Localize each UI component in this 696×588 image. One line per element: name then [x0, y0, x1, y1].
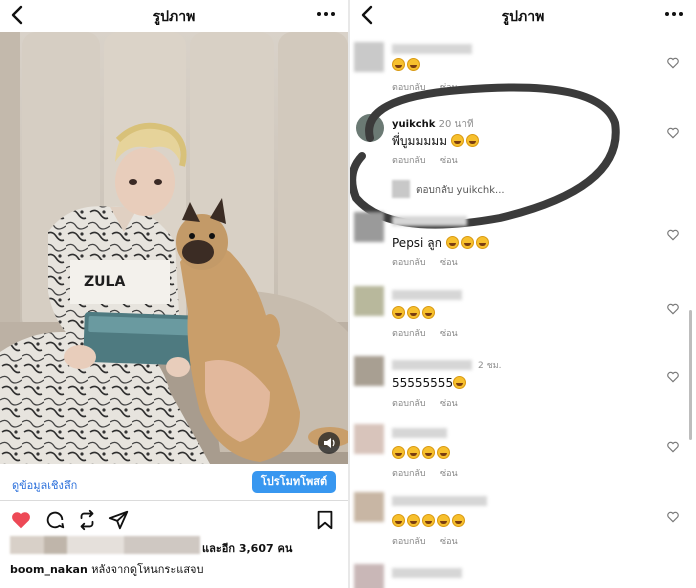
- hide-button[interactable]: ซ่อน: [440, 153, 458, 167]
- comment-text: [392, 306, 437, 320]
- laughing-emoji-icon: [392, 306, 405, 319]
- laughing-emoji-icon: [422, 306, 435, 319]
- view-insights-link[interactable]: ดูข้อมูลเชิงลึก: [12, 476, 77, 494]
- caption-text: หลังจากดูโหนกระแสจบ: [91, 563, 204, 576]
- post-caption: boom_nakan หลังจากดูโหนกระแสจบ: [10, 560, 203, 578]
- laughing-emoji-icon: [475, 236, 489, 249]
- hide-button[interactable]: ซ่อน: [440, 80, 458, 94]
- top-bar: รูปภาพ: [350, 0, 696, 30]
- grinning-emoji-icon: [465, 134, 479, 147]
- hide-button[interactable]: ซ่อน: [440, 534, 458, 548]
- hide-button[interactable]: ซ่อน: [440, 255, 458, 269]
- like-comment-heart-icon[interactable]: [666, 370, 680, 384]
- laughing-emoji-icon: [422, 446, 435, 459]
- username-blurred: [392, 290, 462, 300]
- view-replies-link[interactable]: ตอบกลับ yuikchk...: [416, 183, 505, 198]
- reply-button[interactable]: ตอบกลับ: [392, 80, 426, 94]
- like-comment-heart-icon[interactable]: [666, 510, 680, 524]
- comment-text: 55555555: [392, 376, 468, 390]
- username-blurred: [392, 44, 472, 54]
- comment-text: [392, 514, 467, 528]
- username-blurred: [392, 216, 467, 226]
- avatar-blurred[interactable]: [354, 356, 384, 386]
- avatar[interactable]: [356, 114, 384, 142]
- username-blurred: [392, 568, 462, 578]
- more-options-icon[interactable]: [316, 6, 336, 22]
- reply-button[interactable]: ตอบกลับ: [392, 255, 426, 269]
- comment-username[interactable]: yuikchk: [392, 119, 435, 130]
- comment-text: [392, 58, 422, 72]
- bookmark-icon[interactable]: [314, 509, 336, 531]
- top-bar: รูปภาพ: [0, 0, 348, 30]
- laughing-emoji-icon: [392, 58, 405, 71]
- laughing-emoji-icon: [453, 376, 467, 389]
- shirt-print: ZULA: [84, 274, 125, 290]
- reply-button[interactable]: ตอบกลับ: [392, 326, 426, 340]
- like-comment-heart-icon[interactable]: [666, 126, 680, 140]
- grinning-emoji-icon: [450, 134, 464, 147]
- comment-time: 2 ชม.: [478, 361, 502, 371]
- hide-button[interactable]: ซ่อน: [440, 326, 458, 340]
- laughing-emoji-icon: [407, 446, 420, 459]
- divider: [0, 500, 348, 501]
- laughing-emoji-icon: [392, 514, 405, 527]
- hide-button[interactable]: ซ่อน: [440, 466, 458, 480]
- like-comment-heart-icon[interactable]: [666, 56, 680, 70]
- avatar-blurred[interactable]: [354, 42, 384, 72]
- laughing-emoji-icon: [407, 306, 420, 319]
- post-photo[interactable]: ZULA: [0, 32, 348, 464]
- like-comment-heart-icon[interactable]: [666, 440, 680, 454]
- username-blurred: [392, 496, 487, 506]
- more-options-icon[interactable]: [664, 6, 684, 22]
- sound-toggle-button[interactable]: [318, 432, 340, 454]
- laughing-emoji-icon: [437, 514, 450, 527]
- laughing-emoji-icon: [437, 446, 450, 459]
- post-panel: รูปภาพ ZULA ดูข้อมูลเชิงลึก โปรโมทโพสต์ …: [0, 0, 348, 588]
- liker-avatars-blurred: [10, 536, 200, 554]
- laughing-emoji-icon: [422, 514, 435, 527]
- avatar-blurred[interactable]: [354, 424, 384, 454]
- reply-button[interactable]: ตอบกลับ: [392, 534, 426, 548]
- username-blurred: [392, 360, 472, 370]
- hide-button[interactable]: ซ่อน: [440, 396, 458, 410]
- comments-panel: รูปภาพ ตอบกลับ ซ่อน yuikchk 20 นาที พี่บ…: [350, 0, 696, 588]
- avatar-blurred[interactable]: [354, 492, 384, 522]
- scrollbar[interactable]: [689, 310, 692, 440]
- promote-post-button[interactable]: โปรโมทโพสต์: [252, 471, 336, 493]
- likes-row[interactable]: และอีก 3,607 คน: [10, 536, 340, 556]
- like-heart-icon[interactable]: [10, 509, 32, 531]
- reply-button[interactable]: ตอบกลับ: [392, 466, 426, 480]
- laughing-emoji-icon: [392, 446, 405, 459]
- laughing-emoji-icon: [452, 514, 465, 527]
- comment-text: พี่บูมมมมม: [392, 132, 481, 151]
- avatar-blurred[interactable]: [354, 564, 384, 588]
- comment-text: [392, 446, 452, 460]
- comment-meta: yuikchk 20 นาที: [392, 117, 474, 132]
- speaker-icon: [324, 438, 335, 448]
- like-comment-heart-icon[interactable]: [666, 302, 680, 316]
- page-title: รูปภาพ: [152, 9, 196, 25]
- laughing-emoji-icon: [445, 236, 459, 249]
- comment-icon[interactable]: [44, 509, 66, 531]
- reply-button[interactable]: ตอบกลับ: [392, 396, 426, 410]
- laughing-emoji-icon: [460, 236, 474, 249]
- laughing-emoji-icon: [407, 58, 420, 71]
- like-comment-heart-icon[interactable]: [666, 228, 680, 242]
- share-send-icon[interactable]: [108, 509, 130, 531]
- caption-username[interactable]: boom_nakan: [10, 563, 88, 576]
- laughing-emoji-icon: [407, 514, 420, 527]
- reply-avatar-blurred: [392, 180, 410, 198]
- avatar-blurred[interactable]: [354, 286, 384, 316]
- reply-button[interactable]: ตอบกลับ: [392, 153, 426, 167]
- comment-time: 20 นาที: [438, 119, 474, 130]
- username-blurred: [392, 428, 447, 438]
- likes-count: และอีก 3,607 คน: [202, 542, 293, 555]
- repost-icon[interactable]: [76, 509, 98, 531]
- avatar-blurred[interactable]: [354, 212, 384, 242]
- comment-text: Pepsi ลูก: [392, 234, 491, 253]
- page-title: รูปภาพ: [501, 9, 545, 25]
